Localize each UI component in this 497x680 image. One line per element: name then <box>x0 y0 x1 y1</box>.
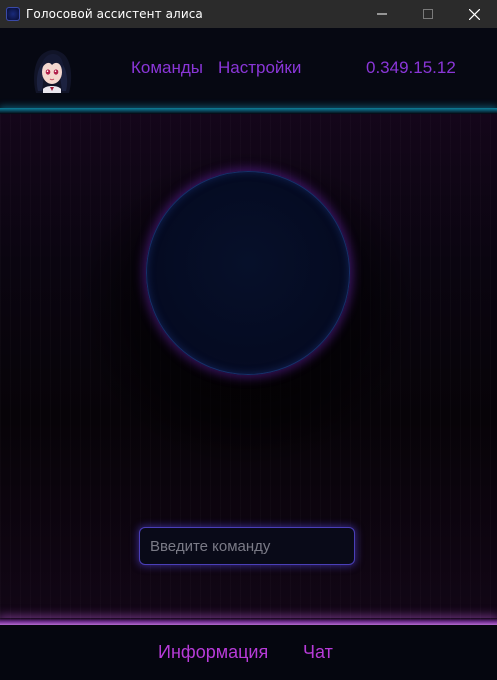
nav-settings-link[interactable]: Настройки <box>218 58 301 78</box>
footer-divider-glow <box>0 618 497 625</box>
minimize-button[interactable] <box>359 0 405 28</box>
close-icon <box>468 8 480 20</box>
maximize-icon <box>423 9 433 19</box>
version-label: 0.349.15.12 <box>366 58 456 77</box>
maximize-button[interactable] <box>405 0 451 28</box>
app-icon <box>6 7 20 21</box>
footer-info-link[interactable]: Информация <box>158 642 268 663</box>
voice-orb-button[interactable] <box>146 171 350 375</box>
anime-girl-avatar-icon[interactable] <box>26 45 78 97</box>
minimize-icon <box>377 13 387 15</box>
window-titlebar: Голосовой ассистент алиса <box>0 0 497 28</box>
footer-chat-link[interactable]: Чат <box>303 642 333 663</box>
close-button[interactable] <box>451 0 497 28</box>
main-panel <box>0 114 497 622</box>
window-title: Голосовой ассистент алиса <box>26 7 203 21</box>
nav-commands-link[interactable]: Команды <box>131 58 203 78</box>
command-input[interactable] <box>139 527 355 565</box>
window-controls <box>359 0 497 28</box>
